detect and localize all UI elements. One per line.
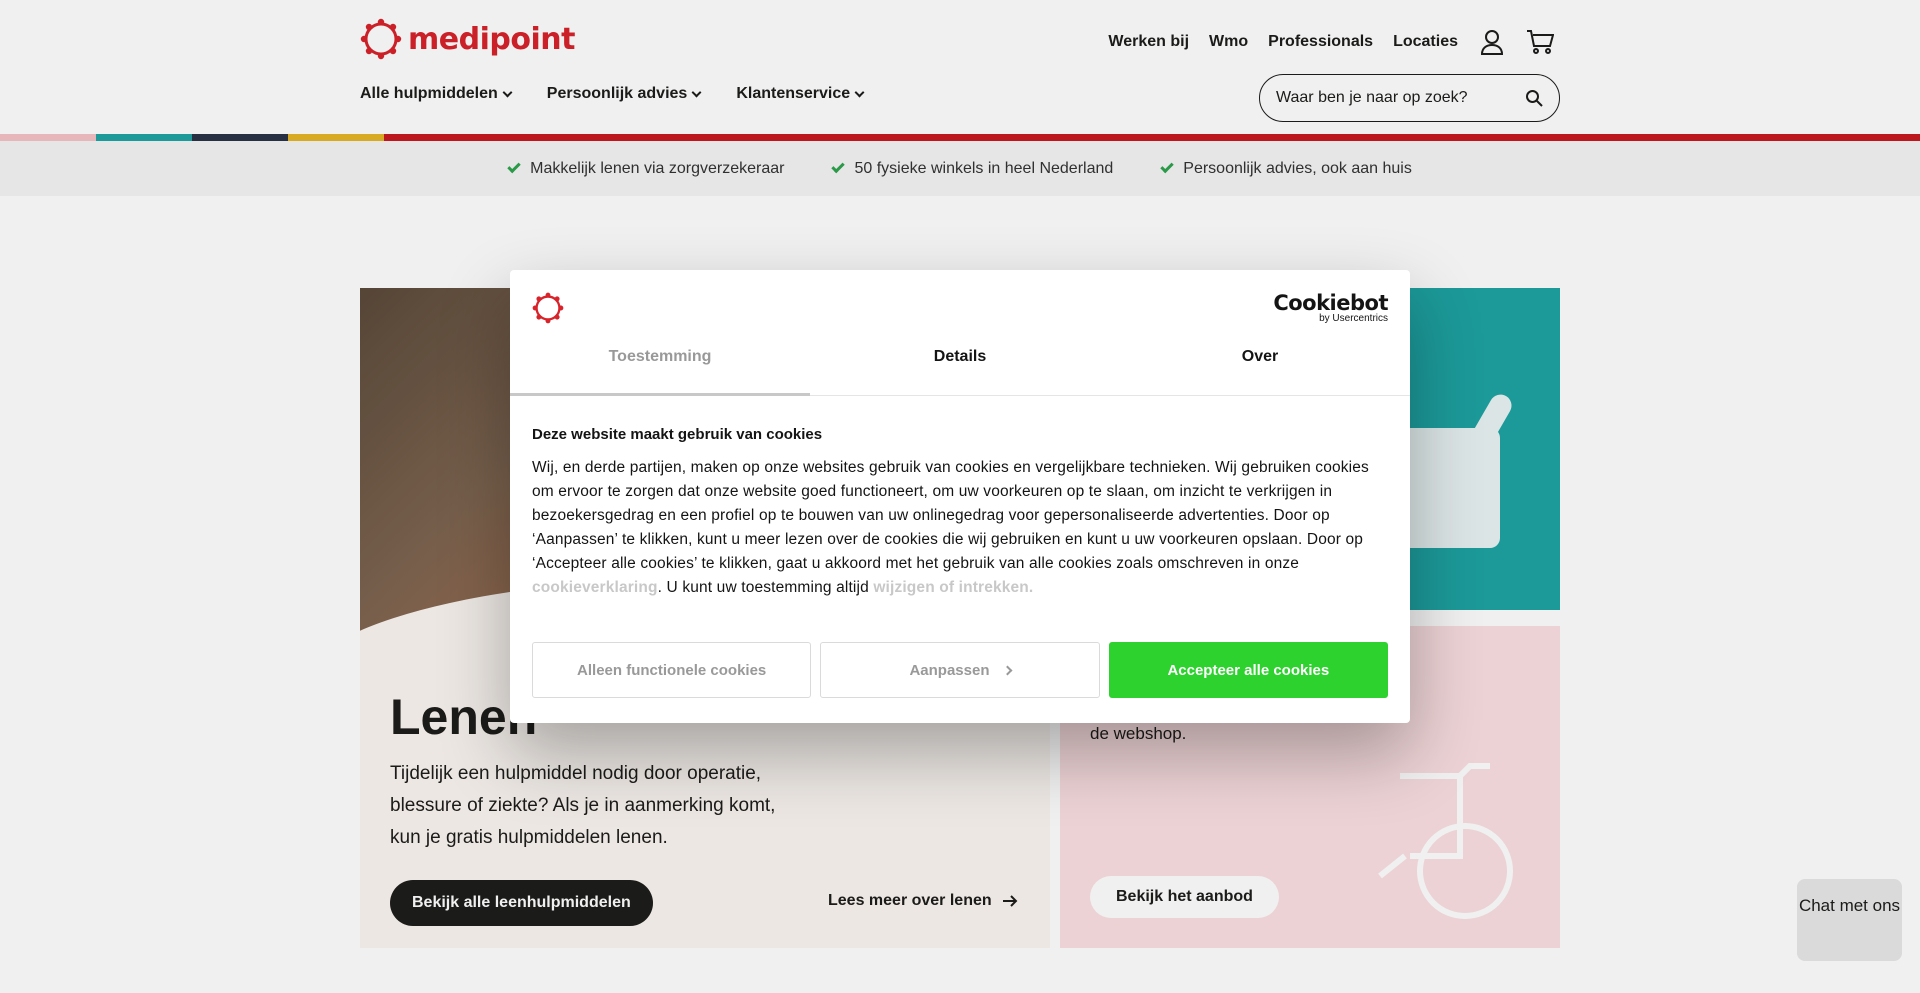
cookie-text-part2: . U kunt uw toestemming altijd [657, 579, 874, 596]
customize-button[interactable]: Aanpassen [820, 642, 1100, 698]
chevron-right-icon [1002, 665, 1012, 675]
cookiebot-brand: Cookiebot [1273, 291, 1388, 315]
tab-details[interactable]: Details [810, 338, 1110, 395]
accept-all-cookies-button[interactable]: Accepteer alle cookies [1108, 642, 1388, 698]
functional-cookies-button[interactable]: Alleen functionele cookies [532, 642, 812, 698]
cookie-tabs: Toestemming Details Over [510, 338, 1410, 396]
cookie-text: Wij, en derde partijen, maken op onze we… [532, 456, 1392, 600]
cookiebot-sub: by Usercentrics [1319, 313, 1388, 324]
cookie-body: Deze website maakt gebruik van cookies W… [532, 426, 1392, 600]
cookiebot-logo[interactable]: Cookiebot by Usercentrics [1273, 292, 1388, 324]
tab-toestemming[interactable]: Toestemming [510, 338, 810, 396]
change-consent-link[interactable]: wijzigen of intrekken. [873, 579, 1033, 596]
cookie-text-part1: Wij, en derde partijen, maken op onze we… [532, 459, 1369, 572]
cookie-heading: Deze website maakt gebruik van cookies [532, 426, 823, 443]
cookie-buttons: Alleen functionele cookies Aanpassen Acc… [532, 642, 1388, 698]
medipoint-logo-icon [532, 292, 564, 324]
cookie-declaration-link[interactable]: cookieverklaring [532, 579, 658, 596]
tab-over[interactable]: Over [1110, 338, 1410, 395]
customize-label: Aanpassen [909, 661, 990, 679]
cookie-consent-dialog: Cookiebot by Usercentrics Toestemming De… [510, 270, 1410, 723]
